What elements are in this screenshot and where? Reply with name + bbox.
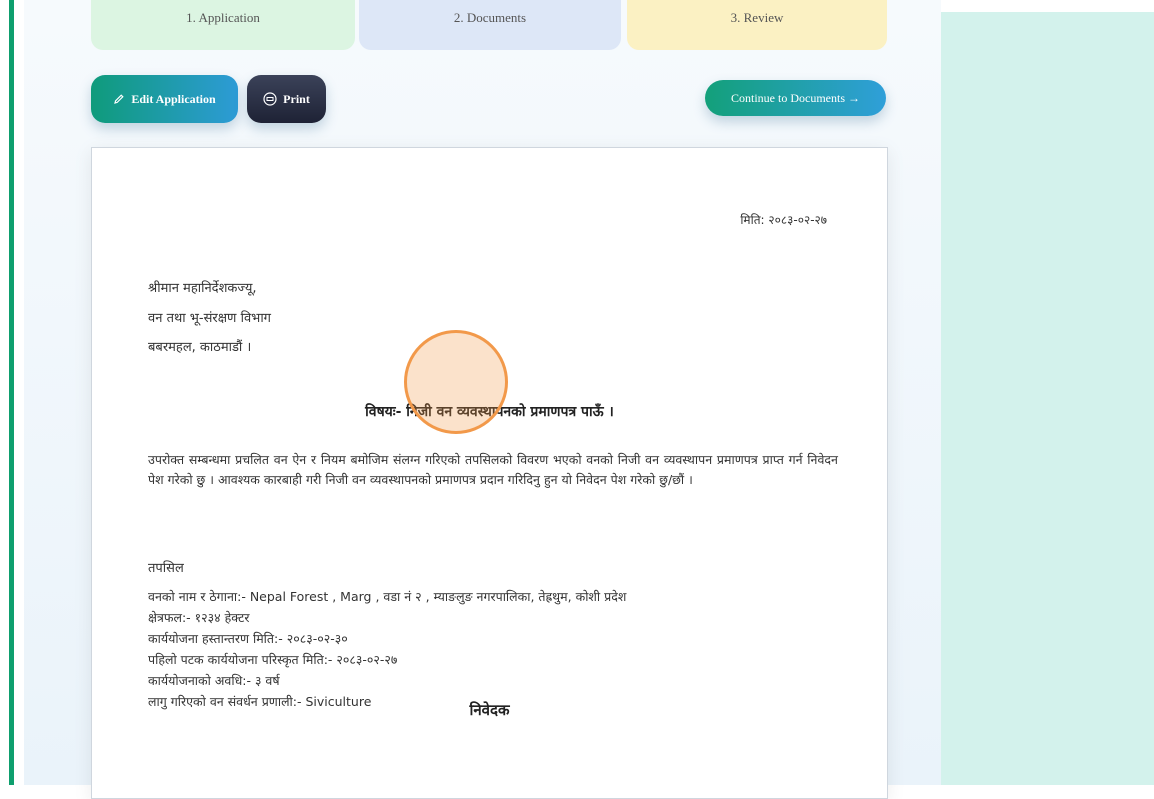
pencil-icon bbox=[113, 93, 125, 105]
detail-first-revision-date: पहिलो पटक कार्ययोजना परिस्कृत मिति:- २०८… bbox=[148, 652, 398, 667]
addressee-line-2: वन तथा भू-संरक्षण विभाग bbox=[148, 311, 271, 326]
step-review[interactable]: 3. Review bbox=[627, 0, 887, 50]
detail-plan-duration: कार्ययोजनाको अवधि:- ३ वर्ष bbox=[148, 673, 280, 688]
step-indicator: 1. Application 2. Documents 3. Review bbox=[91, 0, 887, 50]
click-highlight bbox=[404, 330, 508, 434]
step-documents-label: 2. Documents bbox=[453, 10, 527, 25]
left-accent-bar bbox=[9, 0, 14, 785]
print-button[interactable]: Print bbox=[247, 75, 326, 123]
details-heading: तपसिल bbox=[148, 561, 184, 576]
continue-to-documents-button[interactable]: Continue to Documents → bbox=[705, 80, 886, 116]
step-documents[interactable]: 2. Documents bbox=[359, 0, 621, 50]
letter-date: मिति: २०८३-०२-२७ bbox=[740, 213, 827, 227]
right-side-panel bbox=[941, 12, 1154, 785]
edit-application-label: Edit Application bbox=[131, 91, 216, 106]
addressee-line-1: श्रीमान महानिर्देशकज्यू, bbox=[148, 281, 257, 296]
edit-application-button[interactable]: Edit Application bbox=[91, 75, 238, 123]
step-review-label: 3. Review bbox=[730, 10, 784, 25]
printer-icon bbox=[263, 92, 277, 106]
letter-preview: मिति: २०८३-०२-२७ श्रीमान महानिर्देशकज्यू… bbox=[91, 147, 888, 799]
details-list: वनको नाम र ठेगाना:- Nepal Forest , Marg … bbox=[148, 586, 626, 712]
applicant-label: निवेदक bbox=[469, 701, 510, 719]
letter-body: उपरोक्त सम्बन्धमा प्रचलित वन ऐन र नियम ब… bbox=[148, 452, 838, 487]
detail-area: क्षेत्रफल:- १२३४ हेक्टर bbox=[148, 610, 250, 625]
step-application[interactable]: 1. Application bbox=[91, 0, 355, 50]
step-application-label: 1. Application bbox=[186, 10, 260, 25]
addressee-line-3: बबरमहल, काठमाडौं । bbox=[148, 340, 252, 355]
detail-handover-date: कार्ययोजना हस्तान्तरण मिति:- २०८३-०२-३० bbox=[148, 631, 348, 646]
print-label: Print bbox=[283, 91, 310, 106]
detail-forest-name: वनको नाम र ठेगाना:- Nepal Forest , Marg … bbox=[148, 589, 627, 604]
continue-label: Continue to Documents → bbox=[731, 90, 860, 105]
